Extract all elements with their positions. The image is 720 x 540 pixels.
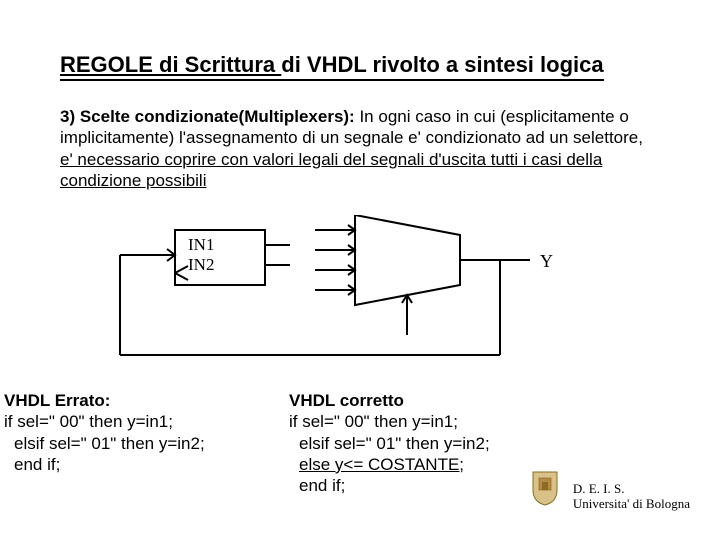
wrong-line2: elsif sel=" 01" then y=in2; (4, 433, 289, 454)
correct-line2: elsif sel=" 01" then y=in2; (289, 433, 589, 454)
footer-line2: Universita' di Bologna (573, 496, 690, 512)
label-in2: IN2 (188, 255, 214, 274)
wrong-line3: end if; (4, 454, 289, 475)
wrong-line1: if sel=" 00" then y=in1; (4, 412, 173, 431)
label-y: Y (540, 251, 553, 271)
footer: D. E. I. S. Universita' di Bologna (573, 481, 690, 512)
body-paragraph: 3) Scelte condizionate(Multiplexers): In… (60, 106, 660, 191)
title-underlined: REGOLE di Scrittura (60, 52, 281, 77)
slide-title: REGOLE di Scrittura di VHDL rivolto a si… (60, 52, 604, 81)
mux-diagram: IN1 IN2 Y (60, 215, 580, 375)
correct-header: VHDL corretto (289, 391, 404, 410)
code-wrong: VHDL Errato: if sel=" 00" then y=in1; el… (0, 390, 289, 496)
paragraph-lead: 3) Scelte condizionate(Multiplexers): (60, 107, 355, 126)
label-in1: IN1 (188, 235, 214, 254)
wrong-header: VHDL Errato: (4, 391, 110, 410)
correct-line1: if sel=" 00" then y=in1; (289, 412, 458, 431)
university-crest-icon (530, 470, 560, 506)
footer-line1: D. E. I. S. (573, 481, 690, 497)
title-rest: di VHDL rivolto a sintesi logica (281, 52, 603, 77)
paragraph-underlined: e' necessario coprire con valori legali … (60, 150, 602, 190)
